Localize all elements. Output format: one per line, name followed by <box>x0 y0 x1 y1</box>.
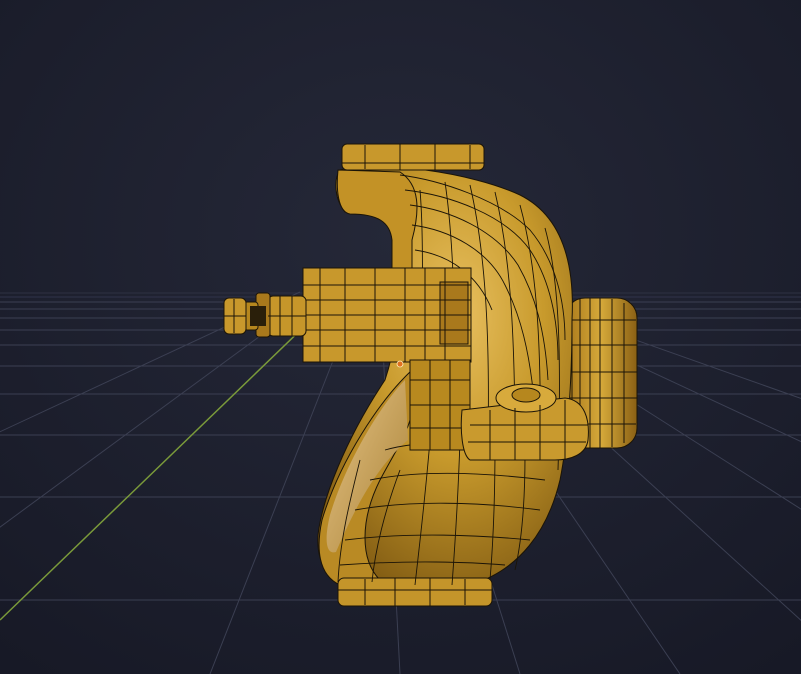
3d-viewport[interactable] <box>0 0 801 674</box>
top-flange[interactable] <box>341 143 485 171</box>
viewport-canvas[interactable] <box>0 0 801 674</box>
connector-pipe[interactable] <box>409 359 471 451</box>
side-box[interactable] <box>302 267 472 363</box>
origin-marker[interactable] <box>396 360 404 368</box>
pipe-fitting[interactable] <box>223 292 307 338</box>
